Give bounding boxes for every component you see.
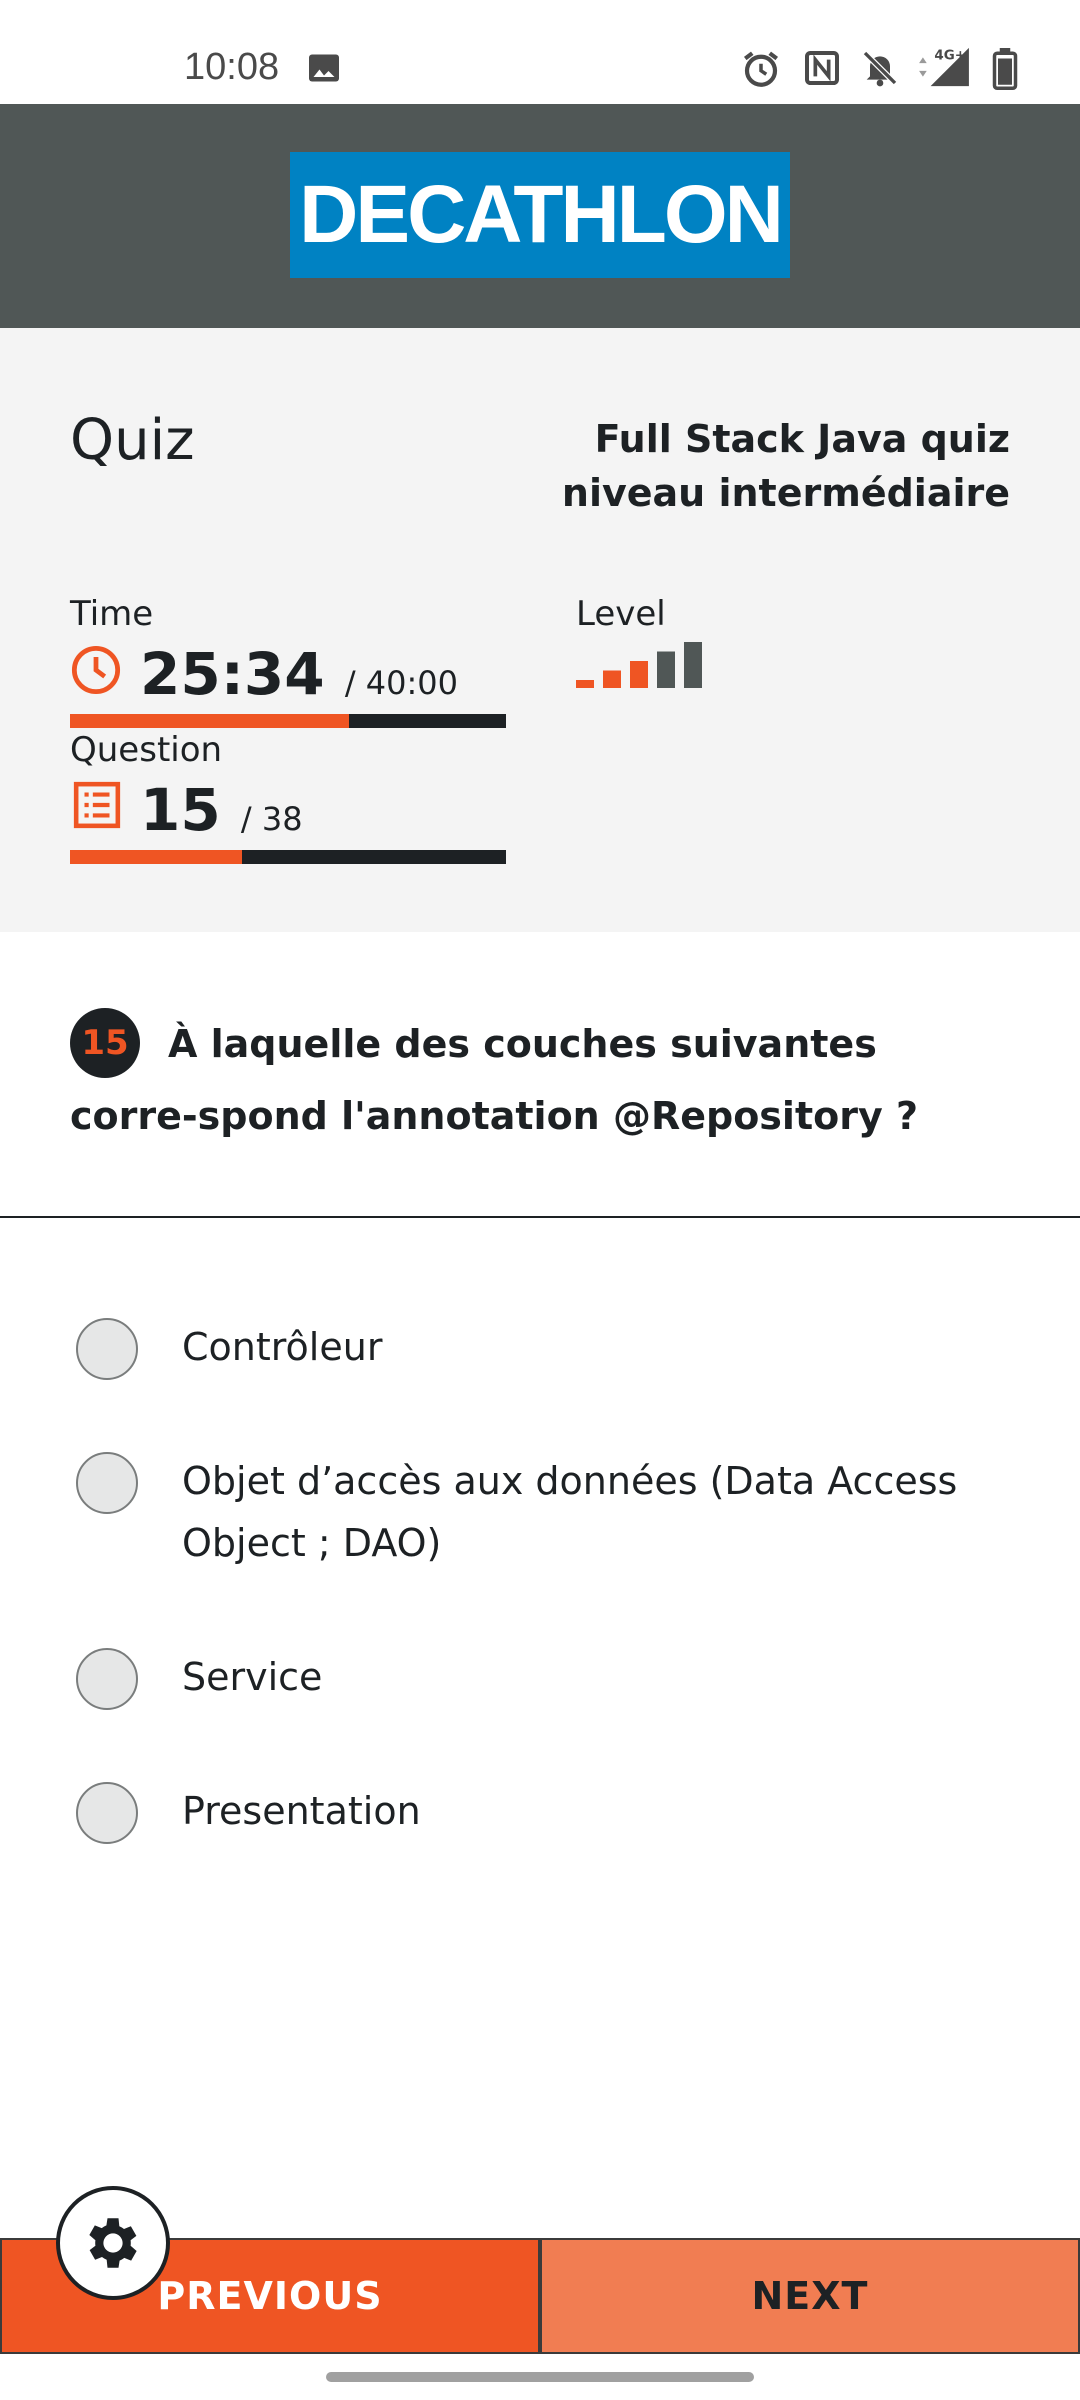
gear-icon [89, 2218, 137, 2268]
level-bar-2 [603, 670, 621, 688]
clock-icon [71, 645, 121, 695]
time-progress-bar [70, 714, 506, 728]
radio-button[interactable] [76, 1782, 138, 1844]
svg-text:4G+: 4G+ [934, 48, 966, 63]
question-text: À laquelle des couches suivantes corre-s… [70, 1022, 919, 1138]
signal-4g-icon: 4G+ [919, 47, 969, 87]
time-value: 25:34 [140, 640, 325, 708]
question-label: Question [70, 730, 223, 770]
app-header: DECATHLON [0, 104, 1080, 328]
time-display: 25:34 / 40:00 [140, 640, 458, 708]
home-indicator[interactable] [326, 2372, 754, 2382]
time-total: / 40:00 [344, 664, 458, 702]
status-bar: 10:08 4G+ [0, 0, 1080, 104]
status-time: 10:08 [184, 46, 280, 88]
question-value: 15 [140, 776, 221, 844]
list-icon [73, 781, 121, 829]
radio-button[interactable] [76, 1648, 138, 1710]
alarm-icon [743, 51, 779, 87]
question-progress-fill [70, 850, 243, 864]
logo-text: DECATHLON [299, 169, 784, 260]
question-total: / 38 [240, 800, 303, 838]
quiz-name: Full Stack Java quiz niveau intermédiair… [561, 417, 1010, 515]
nfc-icon [805, 51, 839, 85]
level-bar-5 [684, 642, 702, 688]
time-progress-fill [70, 714, 350, 728]
battery-icon [992, 48, 1018, 90]
decathlon-logo: DECATHLON [290, 152, 790, 278]
level-indicator [576, 642, 702, 688]
answer-option-4[interactable]: Presentation [76, 1782, 1016, 1844]
question-display: 15 / 38 [140, 776, 303, 844]
bell-off-icon [862, 50, 898, 87]
quiz-info-panel: Quiz Full Stack Java quiz niveau intermé… [0, 328, 1080, 932]
answer-label: Objet d’accès aux données (Data Access O… [182, 1459, 958, 1565]
question-progress-bar [70, 850, 506, 864]
answer-option-3[interactable]: Service [76, 1648, 1016, 1710]
answer-label: Contrôleur [182, 1325, 383, 1369]
next-button[interactable]: NEXT [540, 2238, 1080, 2354]
page-title: Quiz [70, 408, 195, 473]
question-block: 15 À laquelle des couches suivantes corr… [0, 932, 1080, 1218]
image-icon [309, 54, 339, 82]
level-label: Level [576, 594, 666, 634]
answer-label: Service [182, 1655, 323, 1699]
radio-button[interactable] [76, 1318, 138, 1380]
answer-option-2[interactable]: Objet d’accès aux données (Data Access O… [76, 1452, 1016, 1574]
level-bar-4 [657, 651, 675, 688]
radio-button[interactable] [76, 1452, 138, 1514]
level-bar-1 [576, 680, 594, 688]
answer-option-1[interactable]: Contrôleur [76, 1318, 1016, 1380]
time-label: Time [70, 594, 154, 634]
level-bar-3 [630, 661, 648, 688]
answer-label: Presentation [182, 1789, 421, 1833]
settings-button[interactable] [56, 2186, 170, 2300]
